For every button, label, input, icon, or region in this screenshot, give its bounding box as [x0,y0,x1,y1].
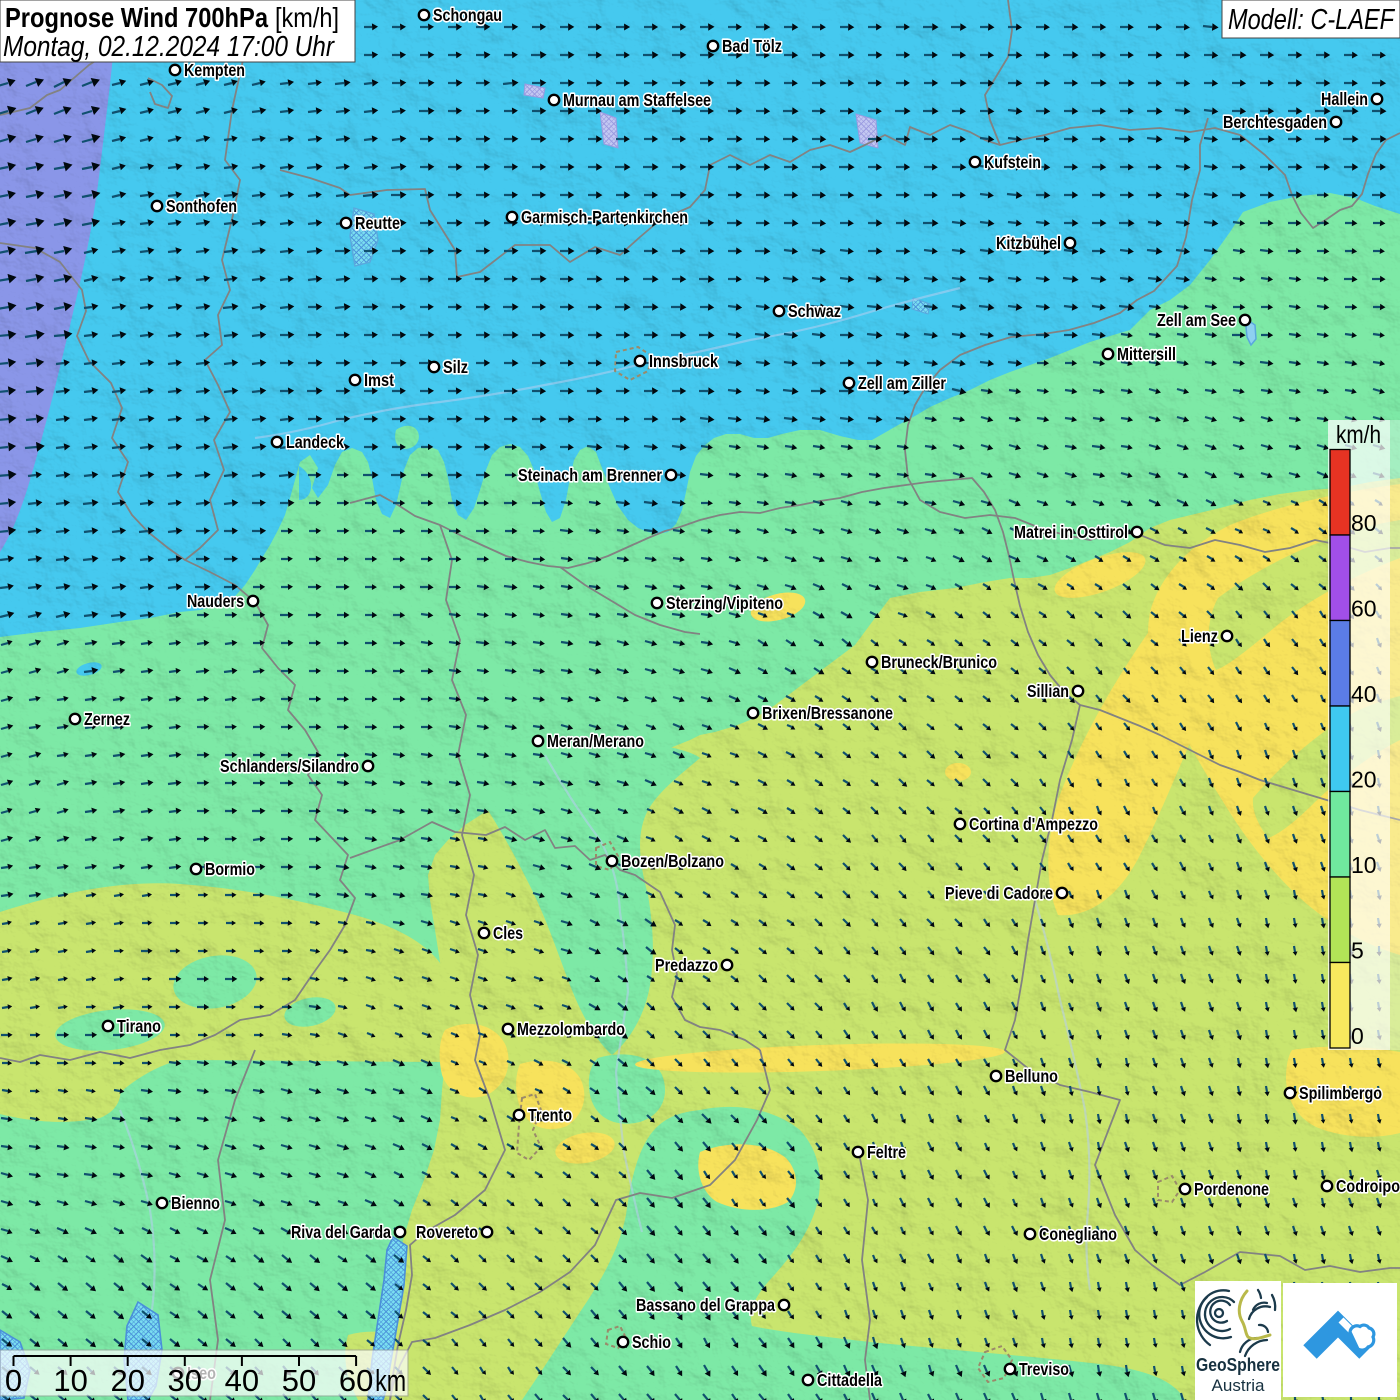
svg-text:Tirano: Tirano [117,1016,161,1036]
svg-text:Kitzbühel: Kitzbühel [996,233,1061,253]
svg-text:10: 10 [53,1363,87,1398]
svg-text:Bienno: Bienno [171,1193,220,1213]
svg-text:Innsbruck: Innsbruck [649,351,718,371]
svg-text:Conegliano: Conegliano [1039,1224,1117,1244]
svg-text:Bad Tölz: Bad Tölz [722,36,782,56]
svg-text:Riva del Garda: Riva del Garda [291,1222,391,1242]
svg-text:km/h: km/h [1336,421,1381,449]
svg-text:Austria: Austria [1212,1376,1266,1395]
svg-text:0: 0 [1351,1023,1364,1049]
svg-text:Schwaz: Schwaz [788,301,841,321]
svg-text:Treviso: Treviso [1019,1359,1069,1379]
svg-text:Cortina d'Ampezzo: Cortina d'Ampezzo [969,814,1098,834]
svg-text:Steinach am Brenner: Steinach am Brenner [518,465,662,485]
svg-text:Kempten: Kempten [184,60,245,80]
svg-text:Pieve di Cadore: Pieve di Cadore [945,883,1053,903]
svg-text:Belluno: Belluno [1005,1066,1058,1086]
svg-text:60: 60 [339,1363,373,1398]
svg-text:Rovereto: Rovereto [416,1222,478,1242]
svg-text:Predazzo: Predazzo [655,955,718,975]
svg-text:GeoSphere: GeoSphere [1196,1355,1280,1375]
svg-text:Zernez: Zernez [84,709,130,729]
svg-text:Schio: Schio [632,1332,671,1352]
svg-text:20: 20 [110,1363,144,1398]
svg-text:10: 10 [1351,852,1377,878]
svg-text:km: km [375,1363,406,1398]
svg-text:Cittadella: Cittadella [817,1370,882,1390]
svg-text:Prognose Wind 700hPa: Prognose Wind 700hPa [5,2,268,33]
svg-text:Lienz: Lienz [1181,626,1218,646]
svg-text:30: 30 [168,1363,202,1398]
svg-text:Sonthofen: Sonthofen [166,196,237,216]
svg-text:Codroipo: Codroipo [1336,1176,1400,1196]
svg-text:20: 20 [1351,767,1377,793]
svg-text:Meran/Merano: Meran/Merano [547,731,644,751]
svg-text:Schongau: Schongau [433,5,502,25]
svg-text:Zell am Ziller: Zell am Ziller [858,373,946,393]
svg-text:Cles: Cles [493,923,523,943]
svg-text:Landeck: Landeck [286,432,344,452]
svg-text:Trento: Trento [528,1105,572,1125]
svg-text:40: 40 [225,1363,259,1398]
svg-text:Bozen/Bolzano: Bozen/Bolzano [621,851,724,871]
svg-text:Feltre: Feltre [867,1142,906,1162]
svg-text:Bormio: Bormio [205,859,255,879]
svg-text:Schlanders/Silandro: Schlanders/Silandro [220,756,359,776]
svg-text:Nauders: Nauders [187,591,244,611]
svg-text:5: 5 [1351,938,1364,964]
svg-text:Garmisch-Partenkirchen: Garmisch-Partenkirchen [521,207,688,227]
svg-text:Silz: Silz [443,357,468,377]
svg-text:Hallein: Hallein [1321,89,1368,109]
svg-text:Mittersill: Mittersill [1117,344,1176,364]
svg-text:[km/h]: [km/h] [275,2,339,33]
svg-text:Brixen/Bressanone: Brixen/Bressanone [762,703,893,723]
svg-text:Montag, 02.12.2024 17:00 Uhr: Montag, 02.12.2024 17:00 Uhr [3,31,335,63]
svg-text:80: 80 [1351,510,1377,536]
svg-text:50: 50 [282,1363,316,1398]
svg-text:40: 40 [1351,681,1377,707]
svg-text:Sillian: Sillian [1027,681,1069,701]
svg-text:Bassano del Grappa: Bassano del Grappa [636,1295,775,1315]
svg-text:Bruneck/Brunico: Bruneck/Brunico [881,652,997,672]
svg-text:Spilimbergo: Spilimbergo [1299,1083,1382,1103]
svg-text:Modell: C-LAEF: Modell: C-LAEF [1228,4,1396,36]
svg-text:Pordenone: Pordenone [1194,1179,1269,1199]
svg-text:60: 60 [1351,596,1377,622]
svg-text:Matrei in Osttirol: Matrei in Osttirol [1014,522,1128,542]
svg-text:Mezzolombardo: Mezzolombardo [517,1019,625,1039]
svg-text:Berchtesgaden: Berchtesgaden [1223,112,1327,132]
svg-text:Sterzing/Vipiteno: Sterzing/Vipiteno [666,593,783,613]
svg-text:Reutte: Reutte [355,213,400,233]
svg-text:Zell am See: Zell am See [1157,310,1236,330]
svg-text:Kufstein: Kufstein [984,152,1041,172]
svg-text:0: 0 [5,1363,22,1398]
svg-text:Imst: Imst [364,370,394,390]
svg-text:Murnau am Staffelsee: Murnau am Staffelsee [563,90,711,110]
